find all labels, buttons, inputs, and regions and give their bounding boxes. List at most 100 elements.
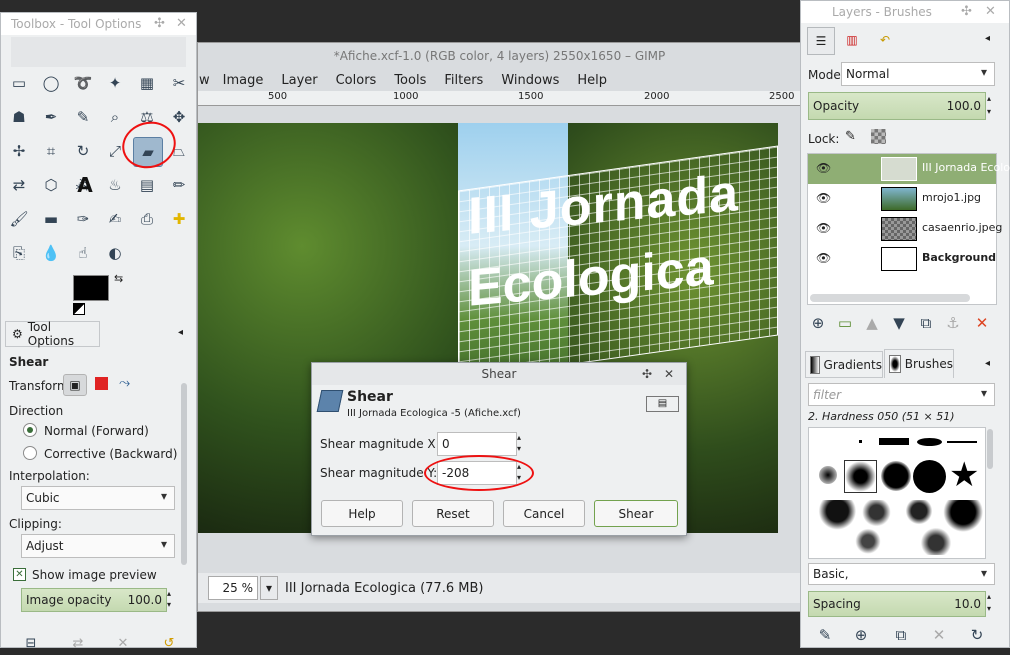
menu-view[interactable]: w: [198, 73, 216, 88]
close-icon[interactable]: ✕: [176, 13, 187, 35]
layer-row[interactable]: 👁 III Jornada Ecolo: [808, 154, 1010, 184]
lock-alpha-icon[interactable]: [871, 129, 886, 144]
reset-options-icon[interactable]: ↺: [157, 631, 181, 655]
image-opacity-slider[interactable]: Image opacity 100.0: [21, 588, 167, 612]
new-layer-icon[interactable]: ⊕: [806, 311, 830, 335]
layer-opacity-slider[interactable]: Opacity 100.0: [808, 92, 986, 120]
tool-scissors-icon[interactable]: ✂: [167, 71, 191, 95]
delete-brush-icon[interactable]: ✕: [927, 623, 951, 647]
refresh-brushes-icon[interactable]: ↻: [965, 623, 989, 647]
pin-icon[interactable]: ✣: [642, 363, 652, 385]
visibility-eye-icon[interactable]: 👁: [816, 251, 831, 265]
tool-paintbrush-icon[interactable]: 🖌: [7, 207, 31, 231]
tool-flip-icon[interactable]: ⇄: [7, 173, 31, 197]
tool-move-icon[interactable]: ✥: [167, 105, 191, 129]
tool-perspective-clone-icon[interactable]: ⎘: [7, 241, 31, 265]
tool-paths-icon[interactable]: ✒: [39, 105, 63, 129]
duplicate-layer-icon[interactable]: ⧉: [914, 311, 938, 335]
tab-brushes[interactable]: Brushes: [884, 349, 954, 378]
brushes-menu-icon[interactable]: ◂: [985, 358, 990, 369]
cancel-button[interactable]: Cancel: [503, 500, 585, 527]
reset-button[interactable]: Reset: [412, 500, 494, 527]
panel-menu-icon[interactable]: ◂: [985, 33, 990, 44]
brush-filter-input[interactable]: filter: [808, 383, 995, 406]
zoom-field[interactable]: 25 %: [208, 576, 258, 600]
menu-colors[interactable]: Colors: [327, 73, 386, 88]
layers-tab-icon[interactable]: ☰: [807, 27, 835, 55]
tool-text-icon[interactable]: A: [73, 173, 97, 197]
layer-row[interactable]: 👁 casaenrio.jpeg: [808, 214, 1002, 244]
tool-bucket-fill-icon[interactable]: ♨: [103, 173, 127, 197]
menu-image[interactable]: Image: [216, 73, 273, 88]
direction-normal-radio[interactable]: [23, 423, 37, 437]
show-preview-checkbox[interactable]: ✕: [13, 568, 26, 581]
tool-options-scrollbar[interactable]: [181, 383, 187, 565]
zoom-dropdown-button[interactable]: ▾: [260, 576, 278, 600]
direction-corrective-radio[interactable]: [23, 446, 37, 460]
visibility-eye-icon[interactable]: 👁: [816, 161, 831, 175]
tool-heal-icon[interactable]: ✚: [167, 207, 191, 231]
help-button[interactable]: Help: [321, 500, 403, 527]
brush-preset-select[interactable]: Basic,: [808, 563, 995, 585]
mode-select[interactable]: Normal: [841, 62, 995, 86]
tab-gradients[interactable]: Gradients: [805, 351, 883, 378]
pin-icon[interactable]: ✣: [961, 1, 972, 23]
duplicate-brush-icon[interactable]: ⧉: [889, 623, 913, 647]
tool-options-tab[interactable]: ⚙ Tool Options: [5, 320, 100, 348]
new-brush-icon[interactable]: ⊕: [849, 623, 873, 647]
undo-history-tab-icon[interactable]: ↶: [871, 27, 899, 55]
menu-tools[interactable]: Tools: [385, 73, 435, 88]
delete-layer-icon[interactable]: ✕: [970, 311, 994, 335]
new-layer-group-icon[interactable]: ▭: [833, 311, 857, 335]
lower-layer-icon[interactable]: ▼: [887, 311, 911, 335]
visibility-eye-icon[interactable]: 👁: [816, 221, 831, 235]
transform-layer-button[interactable]: ▣: [63, 374, 87, 396]
tool-pencil-icon[interactable]: ✏: [167, 173, 191, 197]
default-colors-icon[interactable]: [73, 303, 85, 315]
tool-rect-select-icon[interactable]: ▭: [7, 71, 31, 95]
raise-layer-icon[interactable]: ▲: [860, 311, 884, 335]
tool-foreground-select-icon[interactable]: ☗: [7, 105, 31, 129]
spacing-slider[interactable]: Spacing 10.0: [808, 591, 986, 617]
transform-path-icon[interactable]: ⤳: [119, 375, 130, 391]
dialog-menu-icon[interactable]: ▤: [646, 396, 679, 412]
opacity-spin-arrows[interactable]: ▴ ▾: [167, 588, 177, 612]
tool-color-select-icon[interactable]: ▦: [135, 71, 159, 95]
tool-dodge-burn-icon[interactable]: ◐: [103, 241, 127, 265]
tool-color-picker-icon[interactable]: ✎: [71, 105, 95, 129]
layer-row[interactable]: 👁 Background: [808, 244, 996, 274]
anchor-layer-icon[interactable]: ⚓: [941, 311, 965, 335]
transform-selection-icon[interactable]: [95, 377, 108, 390]
visibility-eye-icon[interactable]: 👁: [816, 191, 831, 205]
tool-ellipse-select-icon[interactable]: ◯: [39, 71, 63, 95]
channels-tab-icon[interactable]: ▥: [838, 27, 866, 55]
edit-brush-icon[interactable]: ✎: [813, 623, 837, 647]
tool-align-icon[interactable]: ✢: [7, 139, 31, 163]
foreground-color-swatch[interactable]: [73, 275, 109, 301]
menu-layer[interactable]: Layer: [272, 73, 326, 88]
tool-ink-icon[interactable]: ✍: [103, 207, 127, 231]
shear-button[interactable]: Shear: [594, 500, 678, 527]
layer-opacity-spin[interactable]: ▴ ▾: [987, 92, 997, 120]
brush-grid-scrollbar[interactable]: [987, 429, 993, 469]
tool-eraser-icon[interactable]: ▬: [39, 207, 63, 231]
save-options-icon[interactable]: ⊟: [19, 631, 43, 655]
close-icon[interactable]: ✕: [985, 1, 996, 23]
tool-zoom-icon[interactable]: ⌕: [103, 105, 127, 129]
restore-options-icon[interactable]: ⇄: [66, 631, 90, 655]
tool-smudge-icon[interactable]: ☝: [71, 241, 95, 265]
tool-clone-icon[interactable]: ⎙: [135, 207, 159, 231]
tool-free-select-icon[interactable]: ➰: [71, 71, 95, 95]
shear-x-spin[interactable]: ▴ ▾: [517, 432, 529, 456]
tool-blur-icon[interactable]: 💧: [39, 241, 63, 265]
brush-grid[interactable]: ★: [808, 427, 986, 559]
tool-rotate-icon[interactable]: ↻: [71, 139, 95, 163]
pin-icon[interactable]: ✣: [154, 13, 165, 35]
menu-filters[interactable]: Filters: [435, 73, 492, 88]
menu-help[interactable]: Help: [568, 73, 616, 88]
tool-airbrush-icon[interactable]: ✑: [71, 207, 95, 231]
layers-scrollbar[interactable]: [810, 294, 970, 302]
spacing-spin[interactable]: ▴ ▾: [987, 591, 997, 617]
delete-options-icon[interactable]: ✕: [111, 631, 135, 655]
lock-pixels-icon[interactable]: ✎: [845, 129, 856, 144]
